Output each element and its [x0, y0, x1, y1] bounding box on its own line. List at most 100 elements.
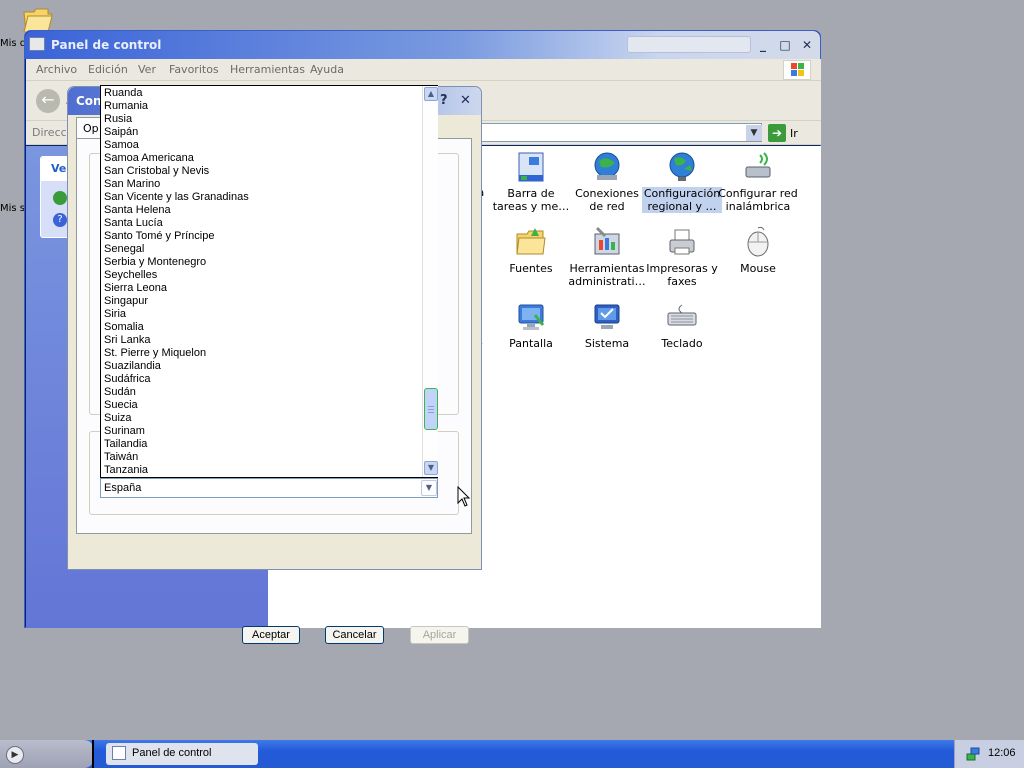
title-bar[interactable]: Panel de control _ □ ✕ — [25, 31, 820, 59]
menu-archivo[interactable]: Archivo — [36, 63, 77, 76]
list-item[interactable]: San Marino — [103, 178, 421, 191]
list-item[interactable]: Ruanda — [103, 87, 421, 100]
list-items: Ruanda Rumania Rusia Saipán Samoa Samoa Ameri… — [103, 87, 421, 477]
network-tray-icon[interactable] — [965, 746, 981, 762]
taskbar-button-control-panel[interactable]: Panel de control — [106, 743, 258, 765]
quick-launch-separator — [92, 740, 94, 768]
desktop-label-my-documents[interactable]: Mis d — [0, 38, 26, 49]
list-item[interactable]: Santa Lucía — [103, 217, 421, 230]
minimize-icon[interactable]: _ — [755, 37, 771, 53]
location-combobox[interactable]: España ▼ — [100, 478, 438, 498]
list-item[interactable]: St. Pierre y Miquelon — [103, 347, 421, 360]
scroll-thumb[interactable] — [424, 388, 438, 430]
close-icon[interactable]: ✕ — [799, 37, 815, 53]
go-arrow-icon[interactable]: ➔ — [768, 124, 786, 142]
list-item[interactable]: Singapur — [103, 295, 421, 308]
list-item[interactable]: Suecia — [103, 399, 421, 412]
list-item[interactable]: Santo Tomé y Príncipe — [103, 230, 421, 243]
menu-bar: Archivo Edición Ver Favoritos Herramient… — [26, 59, 821, 81]
ok-button[interactable]: Aceptar — [242, 626, 300, 644]
list-item[interactable]: Santa Helena — [103, 204, 421, 217]
menu-favoritos[interactable]: Favoritos — [169, 63, 219, 76]
chevron-down-icon[interactable]: ▼ — [746, 125, 762, 141]
list-item[interactable]: Sri Lanka — [103, 334, 421, 347]
back-arrow-icon[interactable]: ← — [36, 89, 60, 113]
taskbar-icon — [515, 151, 547, 183]
list-item[interactable]: Tanzania — [103, 464, 421, 477]
control-panel-icon — [29, 37, 45, 51]
list-item[interactable]: Samoa — [103, 139, 421, 152]
taskbar: ▶ Panel de control 12:06 — [0, 740, 1024, 768]
item-impresoras-y-faxes[interactable]: Impresoras y faxes — [642, 226, 722, 288]
help-icon[interactable]: ? — [440, 93, 448, 108]
item-conexiones-de-red[interactable]: Conexiones de red — [567, 151, 647, 213]
menu-ver[interactable]: Ver — [138, 63, 156, 76]
list-item[interactable]: Sudán — [103, 386, 421, 399]
chevron-down-icon[interactable]: ▼ — [421, 480, 437, 496]
start-button[interactable]: ▶ — [0, 740, 94, 768]
apply-button[interactable]: Aplicar — [410, 626, 469, 644]
display-icon — [515, 301, 547, 333]
item-pantalla[interactable]: Pantalla — [491, 301, 571, 350]
menu-herramientas[interactable]: Herramientas — [230, 63, 305, 76]
list-item[interactable]: Sudáfrica — [103, 373, 421, 386]
item-configuracion-regional[interactable]: Configuración regional y … — [642, 151, 722, 213]
help-icon[interactable]: ? — [53, 213, 67, 227]
menu-edicion[interactable]: Edición — [88, 63, 128, 76]
vertical-scrollbar[interactable]: ▲ ▼ — [422, 86, 438, 477]
list-item[interactable]: Tailandia — [103, 438, 421, 451]
start-play-icon: ▶ — [6, 746, 24, 764]
list-item[interactable]: Rusia — [103, 113, 421, 126]
maximize-icon[interactable]: □ — [777, 37, 793, 53]
taskbar-button-label: Panel de control — [132, 747, 212, 759]
cancel-button[interactable]: Cancelar — [325, 626, 384, 644]
admin-tools-icon — [591, 226, 623, 258]
scroll-up-icon[interactable]: ▲ — [424, 87, 438, 101]
network-connections-icon — [591, 151, 623, 183]
system-tray: 12:06 — [954, 740, 1024, 768]
go-label[interactable]: Ir — [790, 127, 798, 140]
list-item[interactable]: Suazilandia — [103, 360, 421, 373]
list-item[interactable]: Serbia y Montenegro — [103, 256, 421, 269]
wireless-setup-icon — [742, 151, 774, 183]
address-label: Direcci — [32, 126, 70, 139]
item-configurar-red-inalambrica[interactable]: Configurar red inalámbrica — [718, 151, 798, 213]
item-teclado[interactable]: Teclado — [642, 301, 722, 350]
list-item[interactable]: San Cristobal y Nevis — [103, 165, 421, 178]
grip-line — [428, 406, 434, 407]
clock[interactable]: 12:06 — [988, 747, 1016, 759]
menu-ayuda[interactable]: Ayuda — [310, 63, 344, 76]
list-item[interactable]: Rumania — [103, 100, 421, 113]
item-herramientas-administrativas[interactable]: Herramientas administrati… — [567, 226, 647, 288]
globe-icon[interactable] — [53, 191, 67, 205]
list-item[interactable]: Siria — [103, 308, 421, 321]
desktop-label-my-sites[interactable]: Mis s — [0, 203, 25, 214]
item-fuentes[interactable]: Fuentes — [491, 226, 571, 275]
scroll-down-icon[interactable]: ▼ — [424, 461, 438, 475]
window-title: Panel de control — [51, 38, 162, 52]
list-item[interactable]: Sierra Leona — [103, 282, 421, 295]
list-item[interactable]: Samoa Americana — [103, 152, 421, 165]
list-item[interactable]: Suiza — [103, 412, 421, 425]
item-mouse[interactable]: Mouse — [718, 226, 798, 275]
location-dropdown-list[interactable]: Ruanda Rumania Rusia Saipán Samoa Samoa Ameri… — [100, 85, 438, 478]
list-item[interactable]: Somalia — [103, 321, 421, 334]
item-barra-de-tareas[interactable]: Barra de tareas y me… — [491, 151, 571, 213]
keyboard-icon — [666, 301, 698, 333]
regional-settings-icon — [666, 151, 698, 183]
list-item[interactable]: Saipán — [103, 126, 421, 139]
list-item[interactable]: Surinam — [103, 425, 421, 438]
system-icon — [591, 301, 623, 333]
location-value: España — [104, 482, 142, 494]
item-sistema[interactable]: Sistema — [567, 301, 647, 350]
list-item[interactable]: San Vicente y las Granadinas — [103, 191, 421, 204]
list-item[interactable]: Taiwán — [103, 451, 421, 464]
close-icon[interactable]: ✕ — [460, 93, 471, 108]
grip-line — [428, 409, 434, 410]
control-panel-icon — [112, 746, 126, 760]
printer-icon — [666, 226, 698, 258]
list-item[interactable]: Seychelles — [103, 269, 421, 282]
mouse-cursor-icon — [457, 485, 471, 508]
mouse-icon — [742, 226, 774, 258]
list-item[interactable]: Senegal — [103, 243, 421, 256]
